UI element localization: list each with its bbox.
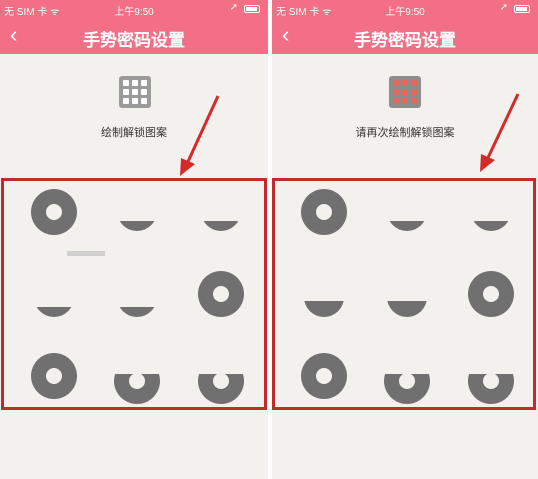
status-bar: 无 SIM 卡 ᯤ 上午9:50 ➚ <box>0 0 268 18</box>
status-bar: 无 SIM 卡 ᯤ 上午9:50 ➚ <box>272 0 538 18</box>
pattern-dot-4[interactable] <box>304 301 344 317</box>
pattern-dot-9[interactable] <box>198 358 244 404</box>
pattern-dot-3[interactable] <box>471 221 511 231</box>
pattern-hint: 绘制解锁图案 <box>101 127 167 139</box>
location-arrow-icon: ➚ <box>499 2 508 13</box>
nav-bar: ‹ 手势密码设置 <box>0 18 268 54</box>
location-arrow-icon: ➚ <box>229 2 238 13</box>
battery-icon <box>244 5 260 13</box>
pattern-area-highlight[interactable] <box>1 178 267 410</box>
screen-redraw-pattern: 无 SIM 卡 ᯤ 上午9:50 ➚ ‹ 手势密码设置 请再次绘制解锁图案 <box>272 0 538 479</box>
pattern-dot-5[interactable] <box>387 301 427 317</box>
pattern-dot-1[interactable] <box>31 189 77 235</box>
pattern-dot-7[interactable] <box>31 353 77 399</box>
grid-icon <box>119 76 151 108</box>
battery-icon <box>514 5 530 13</box>
nav-bar: ‹ 手势密码设置 <box>272 18 538 54</box>
smudge-mark <box>67 251 105 256</box>
pattern-dot-5[interactable] <box>117 307 157 317</box>
pattern-dot-8[interactable] <box>114 358 160 404</box>
pattern-dot-4[interactable] <box>34 307 74 317</box>
pattern-dot-3[interactable] <box>201 221 241 231</box>
status-time: 上午9:50 <box>385 7 425 18</box>
pattern-area-highlight[interactable] <box>272 178 536 410</box>
pattern-dot-1[interactable] <box>301 189 347 235</box>
page-title: 手势密码设置 <box>354 31 456 50</box>
page-title: 手势密码设置 <box>83 31 185 50</box>
pattern-dot-8[interactable] <box>384 358 430 404</box>
pattern-hint: 请再次绘制解锁图案 <box>355 127 455 139</box>
pattern-dot-7[interactable] <box>301 353 347 399</box>
pattern-dot-6[interactable] <box>198 271 244 317</box>
pattern-dot-2[interactable] <box>387 221 427 231</box>
status-time: 上午9:50 <box>114 7 154 18</box>
pattern-dot-6[interactable] <box>468 271 514 317</box>
pattern-dot-9[interactable] <box>468 358 514 404</box>
pattern-dot-2[interactable] <box>117 221 157 231</box>
screen-draw-pattern: 无 SIM 卡 ᯤ 上午9:50 ➚ ‹ 手势密码设置 绘制解锁图案 <box>0 0 268 479</box>
grid-icon <box>389 76 421 108</box>
